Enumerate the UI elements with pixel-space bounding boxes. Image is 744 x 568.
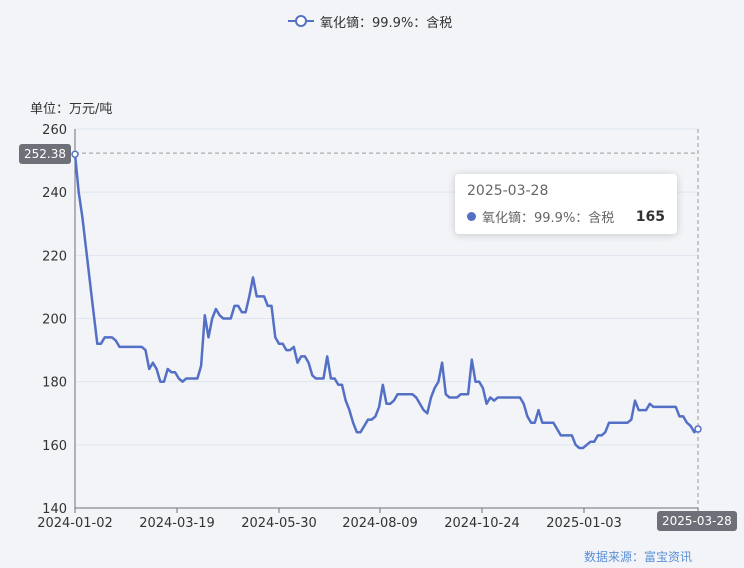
- tooltip-series-dot-icon: [467, 212, 476, 221]
- y-tick-label: 260: [42, 123, 67, 138]
- data-source-label: 数据来源：富宝资讯: [584, 550, 693, 564]
- x-tick-label: 2024-01-02: [37, 516, 113, 531]
- y-axis-tick-labels: 140 160 180 200 220 240 260: [42, 123, 67, 517]
- tooltip-row: 氧化镝：99.9%：含税 165: [467, 207, 665, 226]
- y-axis-unit-label: 单位：万元/吨: [30, 102, 113, 117]
- legend-line-circle-icon: [288, 15, 314, 27]
- legend-label: 氧化镝：99.9%：含税: [320, 15, 453, 31]
- y-tick-label: 240: [42, 186, 67, 201]
- chart-tooltip: 2025-03-28 氧化镝：99.9%：含税 165: [455, 174, 677, 234]
- y-tick-label: 140: [42, 502, 67, 517]
- y-tick-label: 220: [42, 249, 67, 264]
- y-tick-label: 160: [42, 439, 67, 454]
- x-tick-label: 2024-08-09: [342, 516, 418, 531]
- y-tick-label: 200: [42, 313, 67, 328]
- x-tick-label: 2024-05-30: [241, 516, 317, 531]
- x-tick-label: 2025-01-03: [546, 516, 622, 531]
- y-tick-label: 180: [42, 376, 67, 391]
- tooltip-date: 2025-03-28: [467, 183, 549, 199]
- chart-legend[interactable]: 氧化镝：99.9%：含税: [288, 11, 452, 31]
- data-point-marker[interactable]: [694, 425, 702, 433]
- x-tick-label: 2024-03-19: [139, 516, 215, 531]
- crosshair-x-value-label: 2025-03-28: [657, 511, 737, 531]
- x-axis-tick-labels: 2024-01-02 2024-03-19 2024-05-30 2024-08-09…: [37, 508, 736, 531]
- line-chart: 140 160 180 200 220 240 260 2024-01-02 2024-03-…: [37, 123, 736, 531]
- crosshair-y-value-label: 252.38: [19, 144, 71, 164]
- x-tick-label: 2024-10-24: [444, 516, 520, 531]
- data-point-marker[interactable]: [71, 150, 79, 159]
- tooltip-value: 165: [635, 208, 665, 225]
- tooltip-series-name: 氧化镝：99.9%：含税: [482, 211, 615, 226]
